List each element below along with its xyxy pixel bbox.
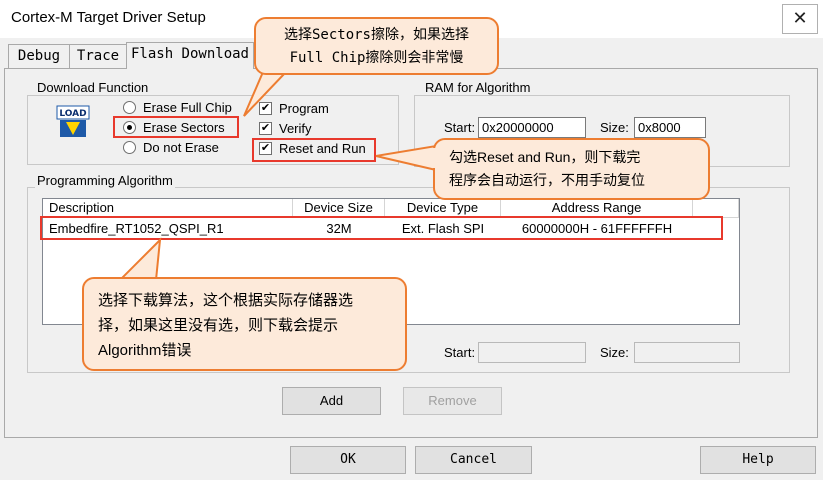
sectors-pointer [243, 71, 289, 117]
reset-callout-line-2: 程序会自动运行，不用手动复位 [449, 172, 645, 188]
reset-callout-line-1: 勾选Reset and Run，则下载完 [449, 149, 641, 165]
algorithm-callout-line-1: 选择下载算法，这个根据实际存储器选 [98, 292, 354, 309]
algorithm-pointer-join [122, 279, 154, 284]
sectors-callout-line-2: Full Chip擦除则会非常慢 [289, 50, 464, 66]
algorithm-callout-line-3: Algorithm错误 [98, 342, 192, 359]
sectors-callout-line-1: 选择Sectors擦除，如果选择 [283, 27, 469, 43]
sectors-pointer-join [264, 66, 284, 72]
algorithm-callout-line-2: 择，如果这里没有选，则下载会提示 [98, 317, 339, 334]
algorithm-callout: 选择下载算法，这个根据实际存储器选 择，如果这里没有选，则下载会提示 Algor… [82, 277, 407, 371]
reset-callout: 勾选Reset and Run，则下载完 程序会自动运行，不用手动复位 [433, 138, 710, 200]
sectors-callout: 选择Sectors擦除，如果选择 Full Chip擦除则会非常慢 [254, 17, 499, 75]
reset-pointer [375, 144, 437, 172]
reset-pointer-join [433, 148, 439, 168]
algorithm-pointer [117, 237, 162, 281]
